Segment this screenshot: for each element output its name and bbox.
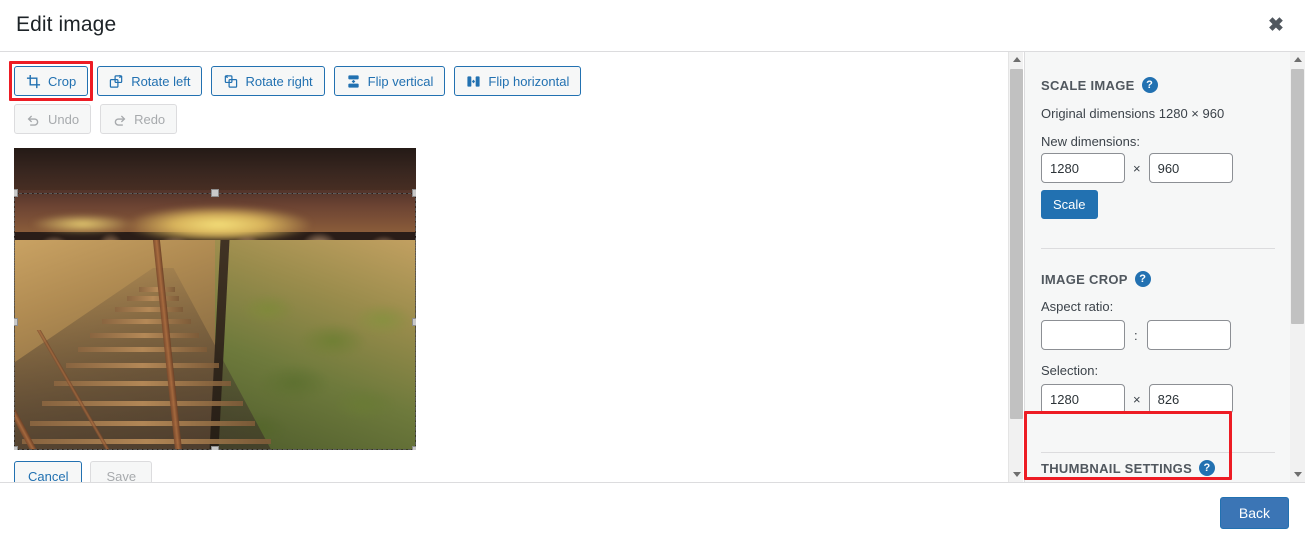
image-rail-tie: [102, 319, 191, 324]
edited-image[interactable]: [14, 148, 416, 450]
aspect-separator: :: [1134, 327, 1138, 343]
thumbnail-settings-heading: THUMBNAIL SETTINGS ?: [1041, 460, 1216, 476]
scrollbar-thumb-sidebar[interactable]: [1291, 69, 1304, 324]
image-action-buttons: Cancel Save: [14, 461, 153, 482]
image-sky: [14, 148, 416, 194]
editor-pane-scrollbar[interactable]: [1008, 52, 1023, 482]
rotate-right-label: Rotate right: [245, 73, 313, 89]
image-moss: [231, 274, 416, 450]
image-rail-tie: [30, 421, 256, 426]
image-rail-tie: [90, 333, 199, 338]
image-rail-tie: [66, 363, 219, 368]
crop-button[interactable]: Crop: [14, 66, 89, 96]
undo-button[interactable]: Undo: [14, 104, 92, 134]
sidebar-divider-2: [1041, 452, 1275, 453]
scale-separator: ×: [1133, 160, 1141, 176]
scroll-down-arrow-sidebar[interactable]: [1290, 467, 1305, 482]
image-crop-heading: IMAGE CROP ?: [1041, 271, 1151, 287]
rotate-left-label: Rotate left: [131, 73, 191, 89]
image-rail-tie: [114, 307, 183, 312]
close-button[interactable]: ✖: [1259, 10, 1293, 42]
scroll-up-arrow-sidebar[interactable]: [1290, 52, 1305, 67]
redo-button[interactable]: Redo: [100, 104, 178, 134]
selection-separator: ×: [1133, 391, 1141, 407]
image-stage: Cancel Save: [14, 148, 416, 482]
help-icon-crop[interactable]: ?: [1134, 271, 1151, 287]
image-editor-pane: Crop Rotate left Rotate right Flip verti…: [0, 52, 1008, 482]
new-dimensions-fields: ×: [1041, 153, 1233, 183]
new-dimensions-label: New dimensions:: [1041, 134, 1140, 149]
flip-vertical-label: Flip vertical: [367, 73, 434, 89]
image-rail-tie: [42, 401, 244, 406]
flip-vertical-icon: [346, 74, 361, 89]
aspect-ratio-label: Aspect ratio:: [1041, 299, 1114, 314]
modal-header: Edit image ✖: [0, 0, 1305, 52]
flip-vertical-button[interactable]: Flip vertical: [333, 66, 446, 96]
page-title: Edit image: [16, 13, 117, 36]
redo-label: Redo: [134, 111, 166, 127]
selection-width-input[interactable]: [1041, 384, 1125, 414]
flip-horizontal-icon: [466, 74, 481, 89]
image-crop-heading-label: IMAGE CROP: [1041, 271, 1128, 287]
toolbar-row-history: Undo Redo: [14, 104, 581, 134]
crop-button-label: Crop: [48, 73, 77, 89]
scale-image-heading: SCALE IMAGE ?: [1041, 77, 1158, 93]
undo-icon: [26, 112, 41, 127]
rotate-right-icon: [223, 74, 238, 89]
selection-fields: ×: [1041, 384, 1233, 414]
thumbnail-settings-heading-label: THUMBNAIL SETTINGS: [1041, 460, 1193, 476]
scroll-down-arrow-editor[interactable]: [1009, 467, 1024, 482]
scale-button[interactable]: Scale: [1041, 190, 1098, 219]
aspect-height-input[interactable]: [1146, 320, 1231, 350]
scale-width-input[interactable]: [1041, 153, 1125, 183]
rotate-right-button[interactable]: Rotate right: [211, 66, 325, 96]
crop-button-wrapper: Crop: [9, 61, 94, 101]
scale-button-wrapper: Scale: [1041, 190, 1098, 219]
close-icon: ✖: [1268, 15, 1284, 36]
original-dimensions-text: Original dimensions 1280 × 960: [1041, 106, 1225, 121]
image-rail-tie: [22, 439, 272, 444]
sidebar-scrollbar[interactable]: [1290, 52, 1305, 482]
selection-label: Selection:: [1041, 363, 1099, 378]
aspect-width-input[interactable]: [1041, 320, 1125, 350]
image-rail-tie: [138, 287, 175, 292]
image-rail-tie: [126, 296, 179, 301]
cancel-button[interactable]: Cancel: [14, 461, 83, 482]
image-settings-sidebar: SCALE IMAGE ? Original dimensions 1280 ×…: [1024, 52, 1290, 482]
rotate-left-icon: [109, 74, 124, 89]
flip-horizontal-button[interactable]: Flip horizontal: [454, 66, 582, 96]
selection-height-input[interactable]: [1148, 384, 1233, 414]
rotate-left-button[interactable]: Rotate left: [97, 66, 203, 96]
modal-footer: Back: [0, 482, 1305, 541]
scroll-up-arrow-editor[interactable]: [1009, 52, 1024, 67]
help-icon-scale[interactable]: ?: [1141, 77, 1158, 93]
modal-body: Crop Rotate left Rotate right Flip verti…: [0, 52, 1305, 482]
save-button[interactable]: Save: [90, 461, 153, 482]
scale-image-heading-label: SCALE IMAGE: [1041, 77, 1135, 93]
crop-icon: [26, 74, 41, 89]
image-edit-toolbar: Crop Rotate left Rotate right Flip verti…: [9, 61, 582, 134]
edit-image-modal: Edit image ✖ Crop Rotate left Rotate rig…: [0, 0, 1305, 541]
flip-horizontal-label: Flip horizontal: [488, 73, 570, 89]
undo-label: Undo: [48, 111, 80, 127]
help-icon-thumbnail[interactable]: ?: [1199, 460, 1216, 476]
back-button[interactable]: Back: [1219, 497, 1289, 529]
toolbar-row-transform: Crop Rotate left Rotate right Flip verti…: [9, 61, 582, 101]
scrollbar-thumb-editor[interactable]: [1010, 69, 1023, 419]
scale-height-input[interactable]: [1148, 153, 1233, 183]
aspect-ratio-fields: :: [1041, 320, 1231, 350]
sidebar-divider-1: [1041, 248, 1275, 249]
redo-icon: [112, 112, 127, 127]
image-rail-tie: [54, 381, 232, 386]
image-rail-tie: [78, 347, 207, 352]
